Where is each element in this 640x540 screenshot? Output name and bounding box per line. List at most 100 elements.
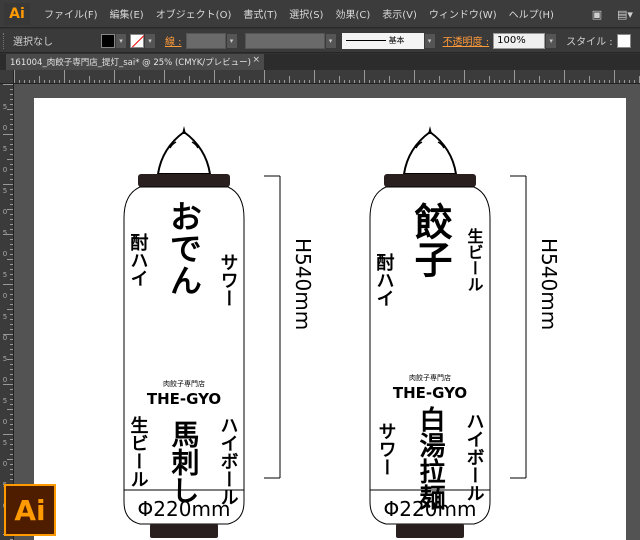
ruler-tick (189, 76, 190, 83)
lantern-left-text-sour: サワー (218, 253, 239, 307)
ruler-tick (69, 80, 70, 83)
ruler-tick (7, 159, 13, 160)
vertical-ruler[interactable]: 50505050505050505050 (0, 84, 14, 540)
ruler-tick (114, 70, 115, 83)
ruler-tick (10, 469, 13, 470)
fill-swatch[interactable] (101, 33, 115, 48)
ruler-tick (10, 419, 13, 420)
lantern-left[interactable]: 酎ハイ おでん サワー 肉餃子専門店 THE-GYO 生ビール 馬刺し ハイボー… (123, 125, 245, 539)
stroke-dropdown-icon[interactable]: ▾ (145, 33, 155, 48)
ruler-tick (569, 80, 570, 83)
menu-item-7[interactable]: ウィンドウ(W) (423, 6, 503, 21)
ruler-tick (10, 179, 13, 180)
ruler-tick (10, 239, 13, 240)
lantern-right[interactable]: 酎ハイ 餃子 生ビール 肉餃子専門店 THE-GYO サワー 白湯拉麺 ハイボー… (369, 125, 491, 539)
ruler-tick (10, 214, 13, 215)
brush-definition[interactable]: 基本 (341, 32, 424, 49)
document-tab-bar: 161004_肉餃子専門店_提灯_sai* @ 25% (CMYK/プレビュー)… (0, 54, 640, 70)
menu-items: ファイル(F) 編集(E) オブジェクト(O) 書式(T) 選択(S) 効果(C) 表示(V… (38, 6, 560, 21)
ruler-tick (294, 80, 295, 83)
opacity-input[interactable]: 100% (493, 32, 546, 49)
ruler-tick (204, 80, 205, 83)
ruler-tick (524, 80, 525, 83)
ruler-tick (10, 169, 13, 170)
opacity-dropdown-icon[interactable]: ▾ (546, 33, 557, 48)
artwork: 酎ハイ おでん サワー 肉餃子専門店 THE-GYO 生ビール 馬刺し ハイボー… (123, 125, 561, 539)
ruler-tick (469, 80, 470, 83)
lantern-left-text-chuhai: 酎ハイ (128, 233, 149, 287)
ruler-tick (34, 80, 35, 83)
horizontal-ruler[interactable] (14, 70, 640, 84)
ruler-tick (10, 344, 13, 345)
menu-item-0[interactable]: ファイル(F) (38, 6, 104, 21)
ruler-origin[interactable] (0, 70, 14, 84)
artboard[interactable]: 酎ハイ おでん サワー 肉餃子専門店 THE-GYO 生ビール 馬刺し ハイボー… (34, 98, 626, 540)
ruler-tick (264, 70, 265, 83)
stroke-weight-field[interactable] (185, 32, 226, 49)
menu-item-5[interactable]: 効果(C) (329, 6, 376, 21)
ruler-tick (239, 76, 240, 83)
ruler-tick (199, 80, 200, 83)
fill-dropdown-icon[interactable]: ▾ (116, 33, 126, 48)
menu-right-controls: ▣ ▤▾ (586, 4, 636, 24)
ruler-tick (10, 89, 13, 90)
stroke-weight-dropdown-icon[interactable]: ▾ (226, 33, 237, 48)
ruler-tick (10, 144, 13, 145)
ruler-tick (474, 80, 475, 83)
ruler-tick (24, 80, 25, 83)
ruler-tick (10, 414, 13, 415)
stroke-weight-label[interactable]: 線 : (165, 33, 182, 48)
width-label-right: Φ220mm (384, 497, 477, 521)
menu-item-6[interactable]: 表示(V) (376, 6, 423, 21)
ruler-tick (94, 80, 95, 83)
lantern-right-text-highball: ハイボール (464, 412, 485, 502)
ruler-tick (274, 80, 275, 83)
canvas[interactable]: 酎ハイ おでん サワー 肉餃子専門店 THE-GYO 生ビール 馬刺し ハイボー… (14, 84, 640, 540)
menu-item-4[interactable]: 選択(S) (283, 6, 329, 21)
menu-item-1[interactable]: 編集(E) (104, 6, 150, 21)
ruler-tick (554, 80, 555, 83)
menu-item-2[interactable]: オブジェクト(O) (150, 6, 238, 21)
ruler-number: 0 (2, 124, 8, 132)
ruler-tick (499, 80, 500, 83)
ruler-number: 5 (2, 397, 8, 405)
ruler-tick (459, 80, 460, 83)
workspace-switcher-icon[interactable]: ▤▾ (614, 4, 636, 24)
ruler-tick (10, 104, 13, 105)
ruler-number: 5 (2, 439, 8, 447)
ruler-tick (449, 80, 450, 83)
ruler-tick (534, 80, 535, 83)
ruler-number: 0 (2, 166, 8, 174)
ruler-tick (214, 70, 215, 83)
ruler-tick (10, 94, 13, 95)
ruler-tick (10, 399, 13, 400)
document-tab[interactable]: 161004_肉餃子専門店_提灯_sai* @ 25% (CMYK/プレビュー)… (6, 54, 264, 70)
width-label-left: Φ220mm (138, 497, 231, 521)
variable-width-profile[interactable] (244, 32, 325, 49)
ruler-tick (464, 70, 465, 83)
arrange-documents-icon[interactable]: ▣ (586, 4, 608, 24)
ruler-tick (329, 80, 330, 83)
stroke-swatch[interactable] (130, 33, 144, 48)
ruler-tick (10, 224, 13, 225)
ruler-tick (419, 80, 420, 83)
graphic-style-swatch[interactable] (616, 33, 631, 48)
opacity-label[interactable]: 不透明度 : (443, 33, 490, 48)
ruler-tick (334, 80, 335, 83)
menu-bar: Ai ファイル(F) 編集(E) オブジェクト(O) 書式(T) 選択(S) 効果(C) 表… (0, 0, 640, 28)
ruler-tick (10, 319, 13, 320)
ruler-tick (589, 76, 590, 83)
lantern-left-brand-small: 肉餃子専門店 (163, 379, 205, 388)
close-tab-icon[interactable]: × (252, 55, 260, 65)
ruler-tick (3, 134, 13, 135)
brush-dropdown-icon[interactable]: ▾ (424, 33, 435, 48)
app-badge[interactable]: Ai (4, 2, 30, 25)
menu-item-8[interactable]: ヘルプ(H) (503, 6, 560, 21)
illustrator-window: Ai ファイル(F) 編集(E) オブジェクト(O) 書式(T) 選択(S) 効果(C) 表… (0, 0, 640, 540)
lantern-right-brand: THE-GYO (393, 384, 467, 402)
panel-grip[interactable] (3, 32, 7, 49)
ruler-tick (439, 76, 440, 83)
profile-dropdown-icon[interactable]: ▾ (325, 33, 336, 48)
ruler-number: 0 (2, 334, 8, 342)
menu-item-3[interactable]: 書式(T) (237, 6, 283, 21)
